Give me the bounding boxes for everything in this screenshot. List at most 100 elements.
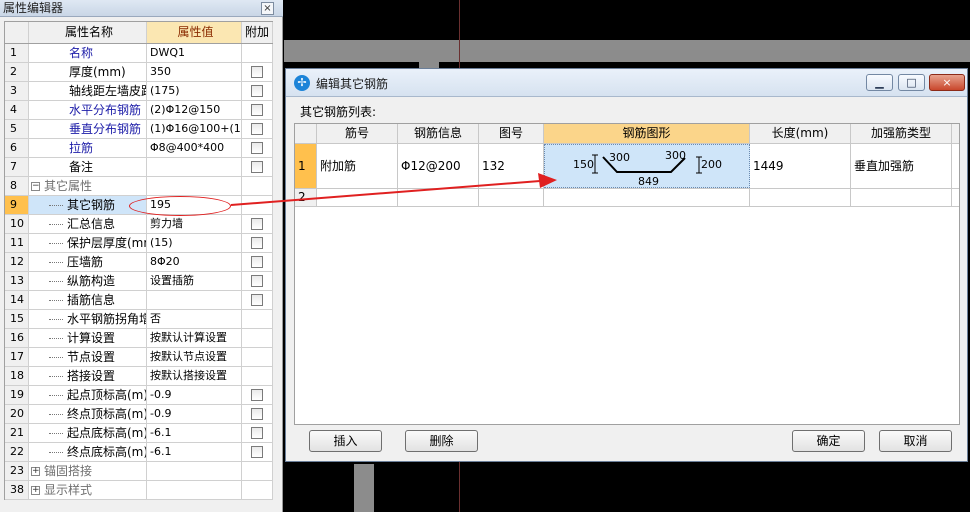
extra-checkbox[interactable] <box>251 427 263 439</box>
row-number[interactable]: 1 <box>295 144 317 188</box>
property-row[interactable]: 12 压墙筋 8Φ20 <box>5 253 273 272</box>
property-value[interactable]: (2)Φ12@150 <box>147 101 242 119</box>
property-name[interactable]: 终点底标高(m) <box>29 443 147 461</box>
property-value[interactable]: 按默认搭接设置 <box>147 367 242 385</box>
property-value[interactable]: 剪力墙 <box>147 215 242 233</box>
header-property-name[interactable]: 属性名称 <box>29 22 147 43</box>
col-header-strengthen-type[interactable]: 加强筋类型 <box>851 124 952 143</box>
cell-bar-no[interactable]: 附加筋 <box>317 144 398 188</box>
property-value[interactable] <box>147 481 242 499</box>
extra-checkbox[interactable] <box>251 161 263 173</box>
close-icon[interactable]: × <box>261 2 274 15</box>
cell-length[interactable] <box>750 189 851 206</box>
property-value[interactable]: 8Φ20 <box>147 253 242 271</box>
extra-checkbox[interactable] <box>251 66 263 78</box>
row-number[interactable]: 21 <box>5 424 29 442</box>
extra-checkbox[interactable] <box>251 389 263 401</box>
property-row[interactable]: 22 终点底标高(m) -6.1 <box>5 443 273 462</box>
property-name[interactable]: 保护层厚度(mm) <box>29 234 147 252</box>
row-number[interactable]: 6 <box>5 139 29 157</box>
extra-checkbox[interactable] <box>251 85 263 97</box>
delete-button[interactable]: 删除 <box>405 430 478 452</box>
property-name[interactable]: 终点顶标高(m) <box>29 405 147 423</box>
cancel-button[interactable]: 取消 <box>879 430 952 452</box>
row-number[interactable]: 17 <box>5 348 29 366</box>
property-value[interactable]: (1)Φ16@100+(1 <box>147 120 242 138</box>
row-number[interactable]: 38 <box>5 481 29 499</box>
col-header-bar-shape[interactable]: 钢筋图形 <box>544 124 750 143</box>
extra-checkbox[interactable] <box>251 123 263 135</box>
property-name[interactable]: 汇总信息 <box>29 215 147 233</box>
property-value[interactable] <box>147 158 242 176</box>
row-number[interactable]: 15 <box>5 310 29 328</box>
table-row[interactable]: 2 <box>295 189 959 207</box>
property-row[interactable]: 18 搭接设置 按默认搭接设置 <box>5 367 273 386</box>
table-row[interactable]: 1 附加筋 Φ12@200 132 150 300 300 200 849 14… <box>295 144 959 189</box>
row-number[interactable]: 5 <box>5 120 29 138</box>
property-value[interactable]: -6.1 <box>147 424 242 442</box>
property-row[interactable]: 5 垂直分布钢筋 (1)Φ16@100+(1 <box>5 120 273 139</box>
property-name[interactable]: 起点顶标高(m) <box>29 386 147 404</box>
insert-button[interactable]: 插入 <box>309 430 382 452</box>
header-property-value[interactable]: 属性值 <box>147 22 242 43</box>
row-number[interactable]: 14 <box>5 291 29 309</box>
property-row[interactable]: 1 名称 DWQ1 <box>5 44 273 63</box>
property-value[interactable] <box>147 177 242 195</box>
property-row[interactable]: 2 厚度(mm) 350 <box>5 63 273 82</box>
property-name[interactable]: 计算设置 <box>29 329 147 347</box>
property-row[interactable]: 16 计算设置 按默认计算设置 <box>5 329 273 348</box>
extra-checkbox[interactable] <box>251 256 263 268</box>
extra-checkbox[interactable] <box>251 408 263 420</box>
maximize-button[interactable]: □ <box>898 74 925 91</box>
property-name[interactable]: 水平分布钢筋 <box>29 101 147 119</box>
property-name[interactable]: 插筋信息 <box>29 291 147 309</box>
property-row[interactable]: 7 备注 <box>5 158 273 177</box>
extra-checkbox[interactable] <box>251 446 263 458</box>
extra-checkbox[interactable] <box>251 237 263 249</box>
property-row[interactable]: 11 保护层厚度(mm)(15) <box>5 234 273 253</box>
property-value[interactable]: 否 <box>147 310 242 328</box>
property-row[interactable]: 13 纵筋构造 设置插筋 <box>5 272 273 291</box>
close-button[interactable]: × <box>929 74 965 91</box>
cell-figure-no[interactable]: 132 <box>479 144 544 188</box>
row-number[interactable]: 9 <box>5 196 29 214</box>
cell-figure-no[interactable] <box>479 189 544 206</box>
row-number[interactable]: 13 <box>5 272 29 290</box>
property-value[interactable]: -6.1 <box>147 443 242 461</box>
property-value[interactable] <box>147 291 242 309</box>
cell-bar-no[interactable] <box>317 189 398 206</box>
row-number[interactable]: 2 <box>5 63 29 81</box>
property-value[interactable]: 按默认节点设置 <box>147 348 242 366</box>
col-header-length[interactable]: 长度(mm) <box>750 124 851 143</box>
row-number[interactable]: 10 <box>5 215 29 233</box>
cell-strengthen-type[interactable] <box>851 189 952 206</box>
extra-checkbox[interactable] <box>251 275 263 287</box>
row-number[interactable]: 11 <box>5 234 29 252</box>
property-name[interactable]: + 显示样式 <box>29 481 147 499</box>
cell-length[interactable]: 1449 <box>750 144 851 188</box>
property-name[interactable]: 名称 <box>29 44 147 62</box>
property-name[interactable]: 搭接设置 <box>29 367 147 385</box>
property-value[interactable]: 按默认计算设置 <box>147 329 242 347</box>
property-row[interactable]: 3 轴线距左墙皮距离(175) <box>5 82 273 101</box>
property-row[interactable]: 6 拉筋 Φ8@400*400 <box>5 139 273 158</box>
collapse-icon[interactable]: − <box>31 182 40 191</box>
cell-strengthen-type[interactable]: 垂直加强筋 <box>851 144 952 188</box>
header-extra[interactable]: 附加 <box>242 22 273 43</box>
col-header-figure-no[interactable]: 图号 <box>479 124 544 143</box>
property-row[interactable]: 15 水平钢筋拐角增否 <box>5 310 273 329</box>
row-number[interactable]: 3 <box>5 82 29 100</box>
col-header-bar-no[interactable]: 筋号 <box>317 124 398 143</box>
property-name[interactable]: 备注 <box>29 158 147 176</box>
property-row[interactable]: 20 终点顶标高(m) -0.9 <box>5 405 273 424</box>
row-number[interactable]: 8 <box>5 177 29 195</box>
property-name[interactable]: 纵筋构造 <box>29 272 147 290</box>
property-row[interactable]: 10 汇总信息 剪力墙 <box>5 215 273 234</box>
row-number[interactable]: 22 <box>5 443 29 461</box>
property-value[interactable]: -0.9 <box>147 405 242 423</box>
property-name[interactable]: 节点设置 <box>29 348 147 366</box>
property-name[interactable]: 压墙筋 <box>29 253 147 271</box>
property-row[interactable]: 19 起点顶标高(m) -0.9 <box>5 386 273 405</box>
col-header-bar-info[interactable]: 钢筋信息 <box>398 124 479 143</box>
property-value[interactable]: 设置插筋 <box>147 272 242 290</box>
